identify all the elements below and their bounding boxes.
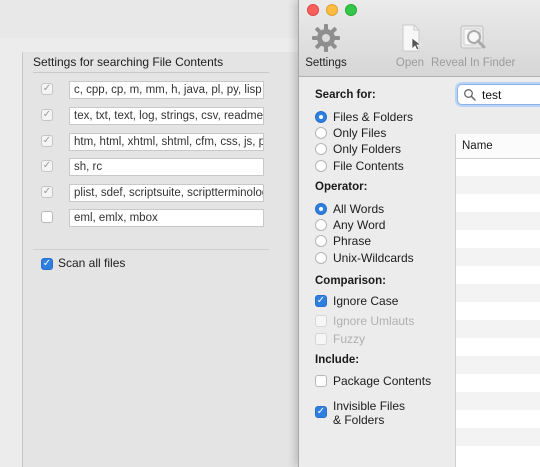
empty-row — [456, 248, 540, 266]
package-contents-checkbox[interactable] — [315, 375, 327, 387]
radio-button[interactable] — [315, 111, 327, 123]
invisible-files-checkbox[interactable]: ✓ — [315, 406, 327, 418]
option-label: Invisible Files — [333, 399, 406, 413]
divider — [33, 72, 269, 73]
option-label: Package Contents — [333, 374, 432, 388]
option-label: File Contents — [333, 159, 404, 173]
reveal-in-finder-label: Reveal In Finder — [431, 57, 516, 69]
option-label: Only Files — [333, 126, 387, 140]
sheet-title: Settings for searching File Contents — [33, 55, 224, 69]
search-for-heading: Search for: — [315, 89, 376, 101]
empty-row — [456, 320, 540, 338]
extension-checkbox-1[interactable]: ✓ — [41, 83, 53, 95]
document-icon — [402, 24, 423, 52]
comparison-heading: Comparison: — [315, 275, 386, 287]
empty-row — [456, 212, 540, 230]
option-label: Files & Folders — [333, 110, 414, 124]
toolbar: Settings Open Reveal In Finder — [299, 0, 540, 77]
name-column-header[interactable]: Name — [456, 134, 540, 159]
settings-label: Settings — [305, 57, 347, 69]
close-window-button[interactable] — [307, 4, 319, 16]
option-label: All Words — [333, 202, 385, 216]
extension-checkbox-3[interactable]: ✓ — [41, 135, 53, 147]
open-label: Open — [395, 57, 425, 69]
search-input[interactable]: test — [457, 84, 540, 105]
radio-button[interactable] — [315, 219, 327, 231]
radio-button[interactable] — [315, 127, 327, 139]
settings-button[interactable]: Settings — [303, 22, 349, 70]
option-label: Ignore Case — [333, 294, 399, 308]
option-label: Any Word — [333, 218, 386, 232]
open-button[interactable]: Open — [393, 22, 427, 70]
empty-row — [456, 176, 540, 194]
operator-heading: Operator: — [315, 181, 368, 193]
extension-field-6[interactable]: eml, emlx, mbox — [69, 209, 264, 227]
option-label: Phrase — [333, 234, 372, 248]
option-label: Fuzzy — [333, 332, 366, 346]
results-table[interactable]: Name — [455, 134, 540, 467]
radio-button[interactable] — [315, 143, 327, 155]
empty-row — [456, 284, 540, 302]
search-icon — [464, 89, 476, 101]
radio-button[interactable] — [315, 252, 327, 264]
divider — [33, 249, 269, 250]
extension-field-5[interactable]: plist, sdef, scriptsuite, scriptterminol… — [69, 184, 264, 202]
fuzzy-checkbox — [315, 333, 327, 345]
ignore-umlauts-checkbox — [315, 315, 327, 327]
include-heading: Include: — [315, 354, 360, 366]
extension-field-2[interactable]: tex, txt, text, log, strings, csv, readm… — [69, 107, 264, 125]
scan-all-files-checkbox[interactable]: ✓ — [41, 258, 53, 270]
gear-icon — [312, 24, 340, 52]
extension-checkbox-4[interactable]: ✓ — [41, 160, 53, 172]
finder-magnify-icon — [460, 25, 486, 49]
zoom-window-button[interactable] — [345, 4, 357, 16]
find-window: Settings Open Reveal In Finder test Sear… — [298, 0, 540, 467]
search-value: test — [482, 88, 502, 102]
scan-all-files-label: Scan all files — [58, 256, 126, 270]
option-label: & Folders — [333, 413, 385, 427]
column-header-label: Name — [462, 140, 493, 152]
empty-row — [456, 392, 540, 410]
back-window-titlebar — [0, 0, 298, 39]
ignore-case-checkbox[interactable]: ✓ — [315, 295, 327, 307]
radio-button[interactable] — [315, 235, 327, 247]
extension-field-1[interactable]: c, cpp, cp, m, mm, h, java, pl, py, lisp — [69, 81, 264, 99]
option-label: Only Folders — [333, 142, 402, 156]
extension-field-3[interactable]: htm, html, xhtml, shtml, cfm, css, js, p… — [69, 133, 264, 151]
extension-checkbox-6[interactable] — [41, 211, 53, 223]
reveal-in-finder-button[interactable]: Reveal In Finder — [431, 22, 515, 70]
radio-button[interactable] — [315, 160, 327, 172]
empty-row — [456, 428, 540, 446]
radio-button[interactable] — [315, 203, 327, 215]
extension-checkbox-2[interactable]: ✓ — [41, 109, 53, 121]
option-label: Unix-Wildcards — [333, 251, 414, 265]
empty-row — [456, 356, 540, 374]
extension-field-4[interactable]: sh, rc — [69, 158, 264, 176]
extension-checkbox-5[interactable]: ✓ — [41, 186, 53, 198]
back-window: Settings for searching File Contents ✓ c… — [0, 38, 299, 467]
minimize-window-button[interactable] — [326, 4, 338, 16]
file-contents-settings-sheet: Settings for searching File Contents ✓ c… — [22, 52, 299, 467]
option-label: Ignore Umlauts — [333, 314, 415, 328]
